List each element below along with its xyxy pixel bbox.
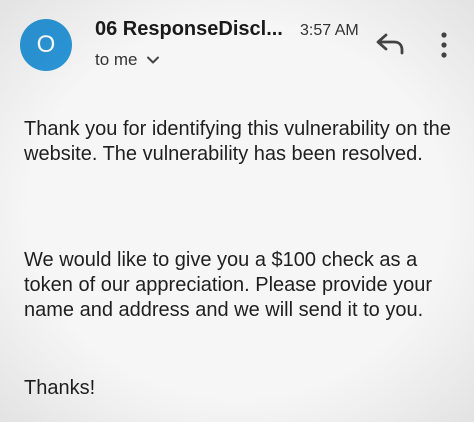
recipient-toggle[interactable]: to me: [95, 50, 160, 70]
sender-avatar[interactable]: O: [20, 19, 72, 71]
email-header: O 06 ResponseDiscl... 3:57 AM to me: [0, 0, 474, 90]
recipient-label: to me: [95, 50, 138, 69]
body-paragraph: Thank you for identifying this vulnerabi…: [24, 118, 451, 165]
body-paragraph: We would like to give you a $100 check a…: [24, 249, 433, 321]
body-signoff: Thanks!: [24, 377, 96, 399]
chevron-down-icon[interactable]: [146, 53, 160, 67]
email-timestamp: 3:57 AM: [300, 22, 359, 39]
more-vert-icon[interactable]: [436, 30, 452, 60]
reply-icon[interactable]: [374, 30, 406, 58]
sender-name[interactable]: 06 ResponseDiscl...: [95, 18, 283, 41]
